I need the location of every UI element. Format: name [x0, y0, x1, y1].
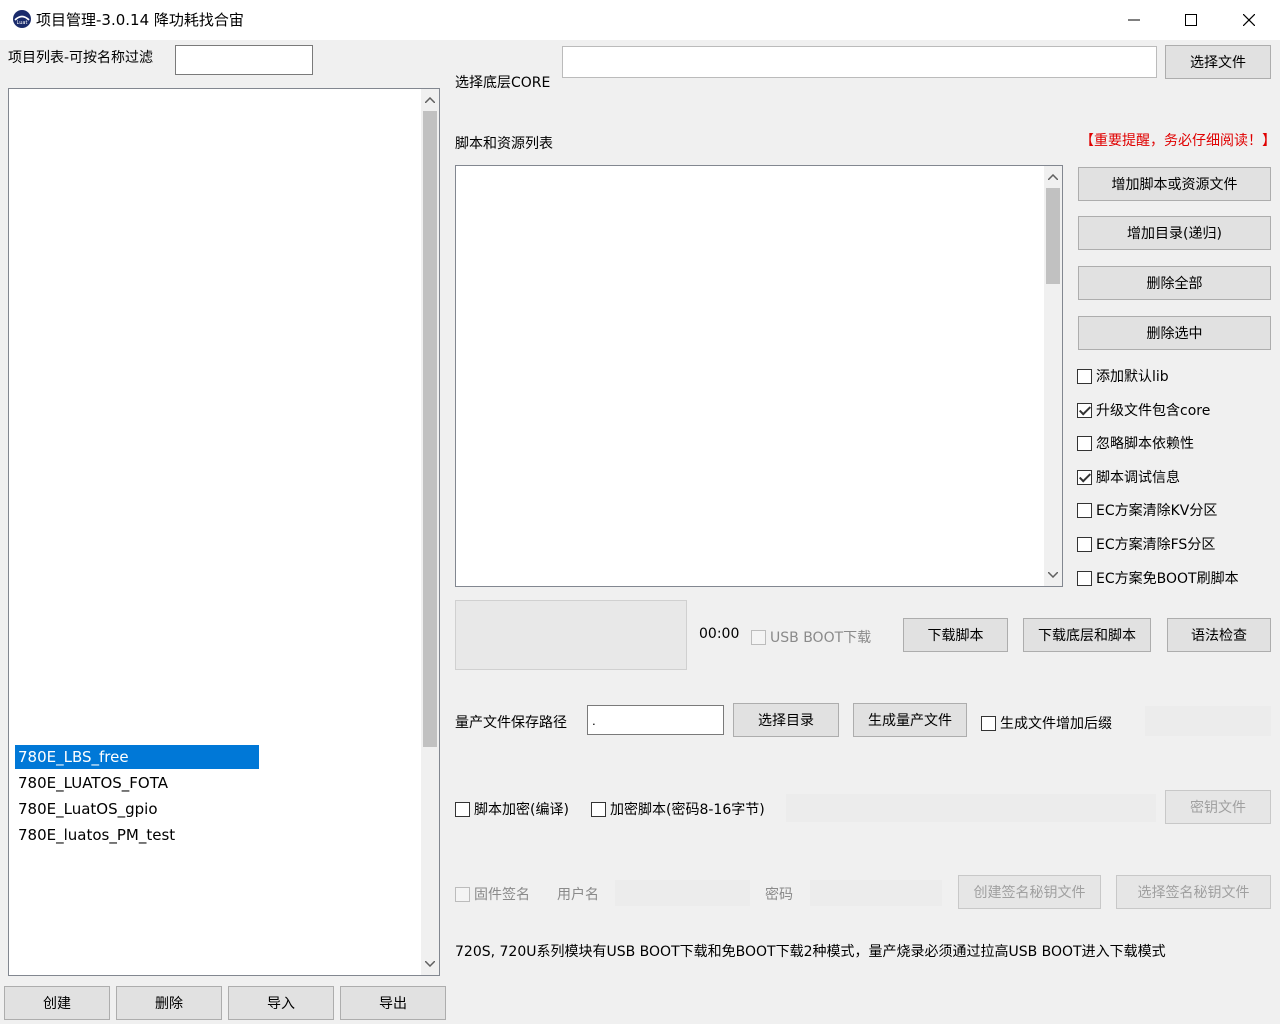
add-suffix-option[interactable]: 生成文件增加后缀	[981, 713, 1112, 733]
download-timer: 00:00	[699, 626, 740, 642]
scroll-thumb[interactable]	[1046, 188, 1060, 284]
option-label: EC方案清除FS分区	[1096, 537, 1216, 553]
encrypt-compile-option[interactable]: 脚本加密(编译)	[455, 799, 569, 819]
mass-path-label: 量产文件保存路径	[455, 715, 567, 731]
username-label: 用户名	[557, 887, 599, 903]
minimize-button[interactable]	[1105, 0, 1163, 40]
scroll-up-icon[interactable]	[421, 91, 439, 109]
checkbox-checked-icon[interactable]	[1077, 402, 1092, 418]
option-add-default-lib[interactable]: 添加默认lib	[1077, 366, 1169, 386]
option-label: 添加默认lib	[1096, 369, 1169, 385]
select-sign-key-button[interactable]: 选择签名秘钥文件	[1116, 875, 1271, 909]
option-label: 升级文件包含core	[1096, 403, 1211, 419]
suffix-input[interactable]	[1145, 706, 1271, 736]
project-list-item[interactable]: 780E_LUATOS_FOTA	[15, 771, 259, 795]
maximize-icon	[1185, 14, 1197, 26]
delete-selected-button[interactable]: 删除选中	[1078, 316, 1271, 350]
download-script-button[interactable]: 下载脚本	[903, 618, 1008, 652]
encrypt-password-option[interactable]: 加密脚本(密码8-16字节)	[591, 799, 765, 819]
svg-text:Luat: Luat	[17, 20, 28, 26]
select-directory-button[interactable]: 选择目录	[733, 703, 839, 737]
scroll-thumb[interactable]	[423, 111, 437, 747]
checkbox-icon[interactable]	[1077, 368, 1092, 384]
option-clear-kv[interactable]: EC方案清除KV分区	[1077, 500, 1217, 520]
minimize-icon	[1128, 19, 1140, 21]
option-label: EC方案清除KV分区	[1096, 503, 1218, 519]
core-label: 选择底层CORE	[455, 75, 551, 91]
checkbox-checked-icon[interactable]	[1077, 469, 1092, 485]
option-label: 忽略脚本依赖性	[1096, 436, 1194, 452]
project-list[interactable]: 780E_LBS_free 780E_LUATOS_FOTA 780E_Luat…	[8, 88, 440, 976]
project-list-scrollbar[interactable]	[421, 89, 439, 975]
usb-boot-option[interactable]: USB BOOT下载	[751, 627, 871, 647]
important-notice-link[interactable]: 【重要提醒，务必仔细阅读！】	[1080, 130, 1276, 150]
scroll-down-icon[interactable]	[421, 955, 439, 973]
syntax-check-button[interactable]: 语法检查	[1167, 618, 1271, 652]
checkbox-icon[interactable]	[455, 886, 470, 902]
close-icon	[1243, 14, 1255, 26]
checkbox-icon[interactable]	[1077, 536, 1092, 552]
option-debug-info[interactable]: 脚本调试信息	[1077, 467, 1180, 487]
option-no-boot-flash[interactable]: EC方案免BOOT刷脚本	[1077, 568, 1239, 588]
add-script-file-button[interactable]: 增加脚本或资源文件	[1078, 167, 1271, 201]
add-directory-button[interactable]: 增加目录(递归)	[1078, 216, 1271, 250]
app-logo-icon: Luat	[12, 9, 32, 29]
close-button[interactable]	[1220, 0, 1278, 40]
script-file-list[interactable]	[455, 165, 1063, 587]
delete-project-button[interactable]: 删除	[116, 986, 222, 1020]
create-project-button[interactable]: 创建	[4, 986, 110, 1020]
checkbox-icon[interactable]	[1077, 570, 1092, 586]
download-core-script-button[interactable]: 下载底层和脚本	[1023, 618, 1151, 652]
add-suffix-label: 生成文件增加后缀	[1000, 716, 1112, 732]
checkbox-icon[interactable]	[1077, 502, 1092, 518]
script-list-scrollbar[interactable]	[1044, 166, 1062, 586]
maximize-button[interactable]	[1162, 0, 1220, 40]
import-project-button[interactable]: 导入	[228, 986, 334, 1020]
project-filter-input[interactable]	[175, 45, 313, 75]
progress-area	[455, 600, 687, 670]
password-label: 密码	[765, 887, 793, 903]
usb-boot-note: 720S, 720U系列模块有USB BOOT下载和免BOOT下载2种模式，量产…	[455, 944, 1166, 960]
core-path-input[interactable]	[562, 46, 1157, 78]
checkbox-icon[interactable]	[751, 629, 766, 645]
checkbox-icon[interactable]	[455, 801, 470, 817]
encrypt-compile-label: 脚本加密(编译)	[474, 802, 569, 818]
project-list-item[interactable]: 780E_LBS_free	[15, 745, 259, 769]
project-filter-label: 项目列表-可按名称过滤	[8, 50, 154, 66]
firmware-sign-label: 固件签名	[474, 887, 530, 903]
password-input[interactable]	[810, 880, 942, 906]
project-list-item[interactable]: 780E_LuatOS_gpio	[15, 797, 259, 821]
checkbox-icon[interactable]	[981, 715, 996, 731]
scripts-label: 脚本和资源列表	[455, 136, 553, 152]
firmware-sign-option[interactable]: 固件签名	[455, 884, 530, 904]
option-label: EC方案免BOOT刷脚本	[1096, 571, 1239, 587]
usb-boot-label: USB BOOT下载	[770, 630, 872, 646]
encrypt-password-label: 加密脚本(密码8-16字节)	[610, 802, 765, 818]
export-project-button[interactable]: 导出	[340, 986, 446, 1020]
window-title: 项目管理-3.0.14 降功耗找合宙	[36, 11, 244, 29]
mass-path-input[interactable]	[587, 705, 724, 735]
scroll-up-icon[interactable]	[1044, 168, 1062, 186]
project-list-item[interactable]: 780E_luatos_PM_test	[15, 823, 259, 847]
create-sign-key-button[interactable]: 创建签名秘钥文件	[958, 875, 1101, 909]
option-clear-fs[interactable]: EC方案清除FS分区	[1077, 534, 1215, 554]
option-label: 脚本调试信息	[1096, 470, 1180, 486]
select-core-button[interactable]: 选择文件	[1165, 45, 1271, 79]
title-bar: Luat 项目管理-3.0.14 降功耗找合宙	[0, 0, 1280, 40]
option-include-core[interactable]: 升级文件包含core	[1077, 400, 1210, 420]
username-input[interactable]	[615, 880, 750, 906]
generate-mass-file-button[interactable]: 生成量产文件	[853, 703, 967, 737]
option-ignore-dependency[interactable]: 忽略脚本依赖性	[1077, 433, 1194, 453]
checkbox-icon[interactable]	[1077, 435, 1092, 451]
delete-all-button[interactable]: 删除全部	[1078, 266, 1271, 300]
checkbox-icon[interactable]	[591, 801, 606, 817]
encrypt-password-input[interactable]	[786, 794, 1156, 822]
scroll-down-icon[interactable]	[1044, 566, 1062, 584]
key-file-button[interactable]: 密钥文件	[1165, 790, 1271, 824]
